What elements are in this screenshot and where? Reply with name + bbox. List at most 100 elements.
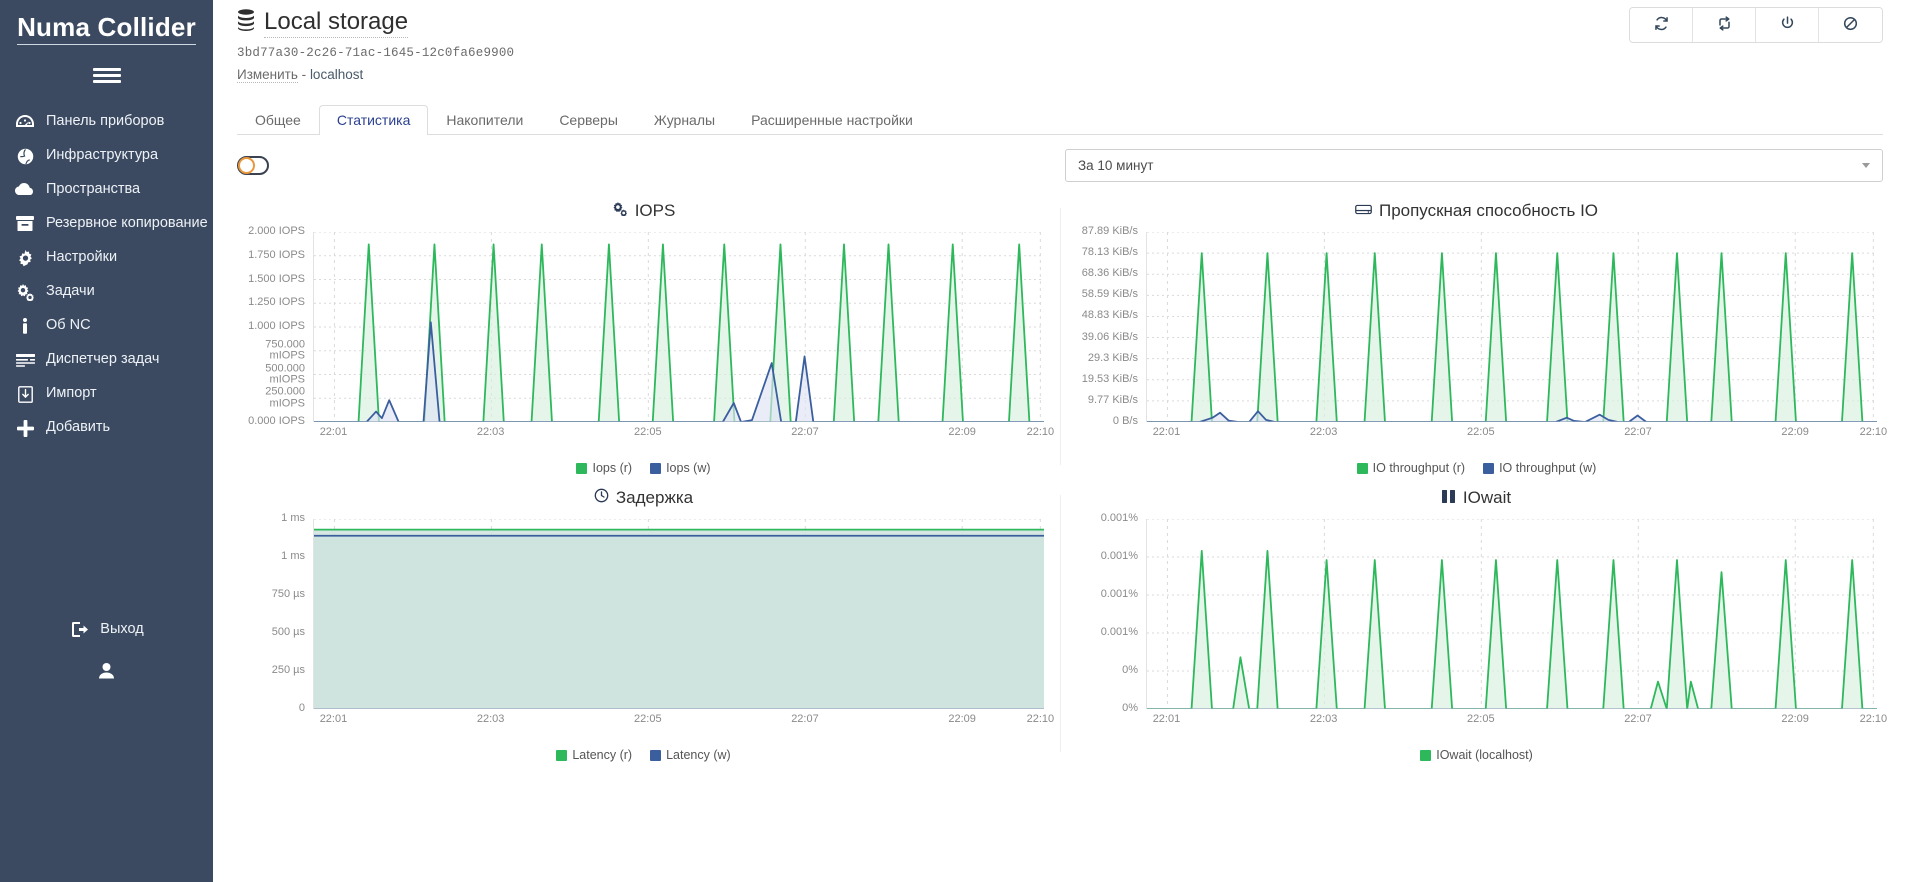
x-tick-label: 22:10 xyxy=(1859,426,1888,438)
x-tick-label: 22:03 xyxy=(1309,713,1338,725)
tab-statistics[interactable]: Статистика xyxy=(318,105,429,135)
refresh-button[interactable] xyxy=(1630,8,1693,42)
y-tick-label: 0.001% xyxy=(1100,512,1138,525)
hdd-icon xyxy=(1355,201,1372,221)
legend-swatch xyxy=(650,462,662,474)
legend-item[interactable]: IO throughput (r) xyxy=(1356,461,1466,475)
y-tick-label: 0% xyxy=(1122,702,1138,715)
sidebar-item-about[interactable]: Об NC xyxy=(0,309,213,343)
x-tick-label: 22:03 xyxy=(476,426,505,438)
tab-servers[interactable]: Серверы xyxy=(541,105,636,135)
user-menu[interactable] xyxy=(0,662,213,682)
plot-canvas xyxy=(313,232,1044,422)
disable-button[interactable] xyxy=(1819,8,1882,42)
chart-iowait: IOwait 0.001% 0.001% 0.001% 0.001% 0% 0% 22:0… xyxy=(1060,475,1893,762)
plot-area: 2.000 IOPS 1.750 IOPS 1.500 IOPS 1.250 IOPS… xyxy=(237,226,1054,447)
legend-swatch xyxy=(1356,462,1368,474)
y-axis-labels: 2.000 IOPS 1.750 IOPS 1.500 IOPS 1.250 IOPS… xyxy=(237,226,311,427)
x-axis-labels: 22:01 22:03 22:05 22:07 22:09 22:10 xyxy=(313,711,1054,731)
x-tick-label: 22:05 xyxy=(634,713,662,725)
pause-icon xyxy=(1441,488,1456,508)
x-tick-label: 22:03 xyxy=(1309,426,1338,438)
dashboard-icon xyxy=(14,113,36,131)
migrate-button[interactable] xyxy=(1693,8,1756,42)
time-range-select[interactable]: За 10 минут xyxy=(1065,149,1883,182)
sidebar-item-dashboard[interactable]: Панель приборов xyxy=(0,105,213,139)
x-axis-labels: 22:01 22:03 22:05 22:07 22:09 22:10 xyxy=(1146,424,1887,444)
cloud-icon xyxy=(14,181,36,199)
hamburger-icon[interactable] xyxy=(0,57,213,93)
edit-separator: - xyxy=(301,67,307,82)
legend-swatch xyxy=(576,462,588,474)
legend-swatch xyxy=(650,749,662,761)
chart-controls: За 10 минут xyxy=(213,135,1907,182)
x-tick-label: 22:01 xyxy=(1152,713,1181,725)
x-tick-label: 22:07 xyxy=(1624,426,1652,438)
chart-divider xyxy=(1060,495,1061,752)
database-icon xyxy=(237,8,255,38)
chart-legend: IOwait (localhost) xyxy=(1070,748,1883,762)
legend-item[interactable]: IO throughput (w) xyxy=(1483,461,1596,475)
logout-label: Выход xyxy=(100,621,144,637)
x-tick-label: 22:05 xyxy=(1467,713,1495,725)
sidebar-item-spaces[interactable]: Пространства xyxy=(0,173,213,207)
plus-icon xyxy=(14,419,36,437)
logout-icon xyxy=(69,620,91,638)
brand-label: Numa Collider xyxy=(17,12,196,45)
logout-button[interactable]: Выход xyxy=(69,620,144,638)
y-tick-label: 750 µs xyxy=(271,588,305,601)
x-tick-label: 22:07 xyxy=(791,426,819,438)
power-button[interactable] xyxy=(1756,8,1819,42)
x-tick-label: 22:07 xyxy=(1624,713,1652,725)
x-tick-label: 22:10 xyxy=(1859,713,1888,725)
y-tick-label: 0.001% xyxy=(1100,588,1138,601)
compact-toggle[interactable] xyxy=(237,156,269,175)
legend-item[interactable]: Iops (w) xyxy=(650,461,711,475)
x-tick-label: 22:09 xyxy=(948,426,976,438)
y-tick-label: 0 B/s xyxy=(1112,415,1138,428)
y-tick-label: 250 µs xyxy=(271,664,305,677)
sidebar-item-infrastructure[interactable]: Инфраструктура xyxy=(0,139,213,173)
legend-label: IO throughput (r) xyxy=(1372,461,1466,475)
edit-link[interactable]: Изменить xyxy=(237,67,298,83)
tab-logs[interactable]: Журналы xyxy=(636,105,733,135)
x-tick-label: 22:09 xyxy=(948,713,976,725)
chart-legend: IO throughput (r) IO throughput (w) xyxy=(1070,461,1883,475)
globe-icon xyxy=(14,147,36,165)
y-tick-label: 87.89 KiB/s xyxy=(1081,225,1138,238)
legend-label: IOwait (localhost) xyxy=(1436,748,1533,762)
power-icon xyxy=(1780,16,1795,34)
sidebar-item-backup[interactable]: Резервное копирование xyxy=(0,207,213,241)
legend-item[interactable]: Iops (r) xyxy=(576,461,632,475)
sidebar-item-settings[interactable]: Настройки xyxy=(0,241,213,275)
y-tick-label: 48.83 KiB/s xyxy=(1081,309,1138,322)
logout-area: Выход xyxy=(0,620,213,640)
sidebar-item-tasks[interactable]: Задачи xyxy=(0,275,213,309)
clock-icon xyxy=(594,488,609,508)
legend-item[interactable]: Latency (w) xyxy=(650,748,731,762)
plot-canvas xyxy=(313,519,1044,709)
sidebar-item-add[interactable]: Добавить xyxy=(0,411,213,445)
sidebar-item-import[interactable]: Импорт xyxy=(0,377,213,411)
chart-title-text: Пропускная способность IO xyxy=(1378,201,1599,220)
tab-advanced-settings[interactable]: Расширенные настройки xyxy=(733,105,931,135)
sidebar-item-label: Диспетчер задач xyxy=(46,351,160,368)
chart-title: Пропускная способность IO xyxy=(1070,198,1883,224)
legend-item[interactable]: IOwait (localhost) xyxy=(1420,748,1533,762)
y-tick-label: 29.3 KiB/s xyxy=(1087,351,1138,364)
x-tick-label: 22:09 xyxy=(1781,426,1809,438)
info-icon xyxy=(14,317,36,335)
brand-logo[interactable]: Numa Collider xyxy=(0,0,213,49)
y-tick-label: 9.77 KiB/s xyxy=(1087,394,1138,407)
y-tick-label: 1.750 IOPS xyxy=(248,248,305,261)
tab-general[interactable]: Общее xyxy=(237,105,319,135)
sidebar-item-task-manager[interactable]: Диспетчер задач xyxy=(0,343,213,377)
plot-area: 0.001% 0.001% 0.001% 0.001% 0% 0% 22:01 22:03 2… xyxy=(1070,513,1887,734)
x-axis-labels: 22:01 22:03 22:05 22:07 22:09 22:10 xyxy=(1146,711,1887,731)
chevron-down-icon xyxy=(1862,163,1870,168)
chart-title: IOwait xyxy=(1070,485,1883,511)
legend-label: Iops (r) xyxy=(592,461,633,475)
legend-item[interactable]: Latency (r) xyxy=(556,748,632,762)
x-tick-label: 22:01 xyxy=(319,426,348,438)
tab-drives[interactable]: Накопители xyxy=(428,105,541,135)
